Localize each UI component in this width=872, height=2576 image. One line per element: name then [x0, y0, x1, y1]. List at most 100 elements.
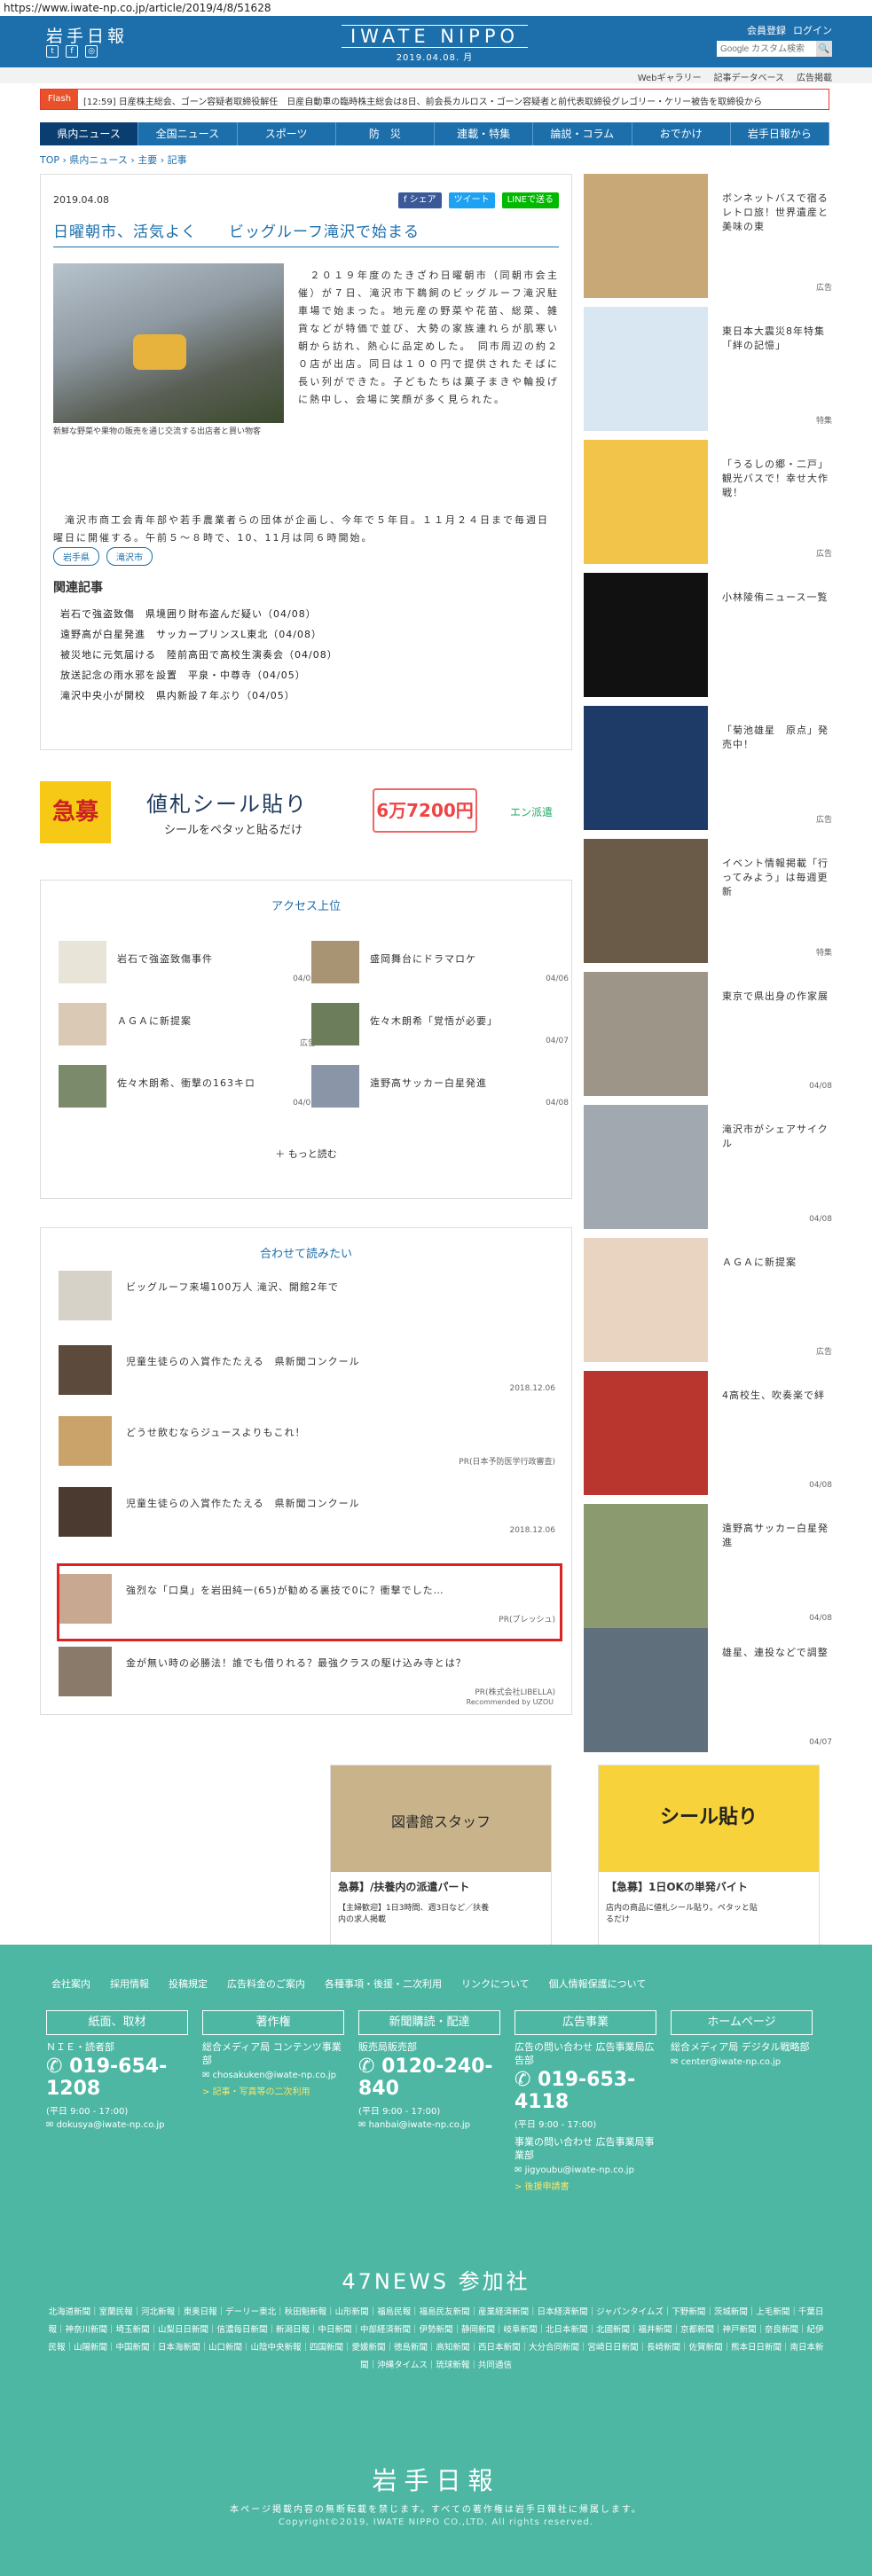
ad-sub: 【主婦歓迎】1日3時間、週3日など／扶養内の求人掲載 [338, 1904, 490, 1924]
col-dept: ＮＩＥ・読者部 [46, 2041, 114, 2053]
sidebar-category: 特集 [815, 417, 832, 426]
access-item[interactable]: 佐々木朗希「覚悟が必要」 04/07 [311, 1003, 569, 1053]
sidebar-item[interactable]: 4高校生、吹奏楽で絆 04/08 [584, 1371, 832, 1495]
related-item[interactable]: 滝沢中央小が開校 県内新設７年ぶり（04/05） [60, 685, 557, 706]
access-title: アクセス上位 [271, 900, 341, 913]
access-item[interactable]: ＡＧＡに新提案 広告 [59, 1003, 316, 1053]
email-text: dokusya@iwate-np.co.jp [56, 2120, 165, 2130]
search-input[interactable] [717, 41, 816, 57]
col-heading[interactable]: ホームページ [671, 2010, 813, 2035]
sidebar-title: 「菊池雄星 原点」発売中！ [722, 724, 829, 750]
access-item[interactable]: 遠野高サッカー白星発進 04/08 [311, 1065, 569, 1115]
sidebar-item[interactable]: ＡＧＡに新提案 広告 [584, 1238, 832, 1362]
facebook-share-button[interactable]: f シェア [397, 192, 442, 208]
col-email[interactable]: ✉ chosakuken@iwate-np.co.jp [202, 2071, 344, 2080]
sidebar-item[interactable]: 「菊池雄星 原点」発売中！ 広告 [584, 706, 832, 830]
instagram-icon[interactable]: ◎ [85, 45, 98, 58]
flash-text[interactable]: [12:59] 日産株主総会、ゴーン容疑者取締役解任 日産自動車の臨時株主総会は… [83, 94, 775, 107]
member-papers[interactable]: 北海道新聞｜室蘭民報｜河北新報｜東奥日報｜デーリー東北｜秋田魁新報｜山形新聞｜福… [44, 2304, 828, 2375]
recommend-item[interactable]: 児童生徒らの入賞作たたえる 県新聞コンクール 2018.12.06 [59, 1345, 555, 1398]
nav-outing[interactable]: おでかけ [632, 122, 731, 145]
col-phone[interactable]: ✆ 0120-240-840 [358, 2055, 500, 2100]
footer-link[interactable]: 採用情報 [110, 1977, 149, 1991]
subnav-ads[interactable]: 広告掲載 [797, 70, 832, 83]
sidebar-item[interactable]: 遠野高サッカー白星発進 04/08 [584, 1504, 832, 1628]
recommend-item[interactable]: どうせ飲むならジュースよりもこれ！ PR(日本予防医学行政審査) [59, 1416, 555, 1469]
sidebar-item[interactable]: イベント情報掲載「行ってみよう」は毎週更新 特集 [584, 839, 832, 963]
col-phone[interactable]: ✆ 019-654-1208 [46, 2055, 188, 2100]
sidebar-item[interactable]: 東京で県出身の作家展 04/08 [584, 972, 832, 1096]
nav-disaster[interactable]: 防 災 [336, 122, 435, 145]
sidebar-item[interactable]: 「うるしの郷・二戸」観光バスで！幸せ大作戦！ 広告 [584, 440, 832, 564]
tag-takizawa[interactable]: 滝沢市 [106, 547, 153, 566]
nav-sports[interactable]: スポーツ [238, 122, 336, 145]
thumb-image [59, 1487, 112, 1537]
recommend-title-text: 金が無い時の必勝法！誰でも借りれる？最強クラスの駆け込み寺とは？ [126, 1657, 467, 1669]
related-item[interactable]: 放送記念の雨水邪を設置 平泉・中尊寺（04/05） [60, 665, 557, 685]
subnav-gallery[interactable]: Webギャラリー [638, 70, 702, 83]
nav-national[interactable]: 全国ニュース [138, 122, 238, 145]
more-button[interactable]: ＋ もっと読む [41, 1147, 571, 1161]
tag-iwate[interactable]: 岩手県 [53, 547, 99, 566]
sidebar-item[interactable]: 雄星、連投などで調整 04/07 [584, 1628, 832, 1752]
email-text: jigyoubu@iwate-np.co.jp [524, 2165, 634, 2175]
col-email[interactable]: ✉ jigyoubu@iwate-np.co.jp [515, 2165, 656, 2175]
access-item[interactable]: 岩石で強盗致傷事件 04/08 [59, 941, 316, 990]
site-logo[interactable]: 岩手日報 [46, 23, 128, 47]
col-email[interactable]: ✉ hanbai@iwate-np.co.jp [358, 2120, 500, 2130]
related-item[interactable]: 被災地に元気届ける 陸前高田で高校生演奏会（04/08） [60, 645, 557, 665]
recommend-item[interactable]: 児童生徒らの入賞作たたえる 県新聞コンクール 2018.12.06 [59, 1487, 555, 1540]
footer-link[interactable]: 個人情報保護について [549, 1977, 647, 1991]
sidebar-item[interactable]: 小林陵侑ニュース一覧 [584, 573, 832, 697]
sidebar-item[interactable]: 滝沢市がシェアサイクル 04/08 [584, 1105, 832, 1229]
related-item[interactable]: 遠野高が白星発進 サッカープリンスL東北（04/08） [60, 624, 557, 645]
access-item[interactable]: 盛岡舞台にドラマロケ 04/06 [311, 941, 569, 990]
email-text: hanbai@iwate-np.co.jp [368, 2120, 470, 2130]
access-item[interactable]: 佐々木朗希、衝撃の163キロ 04/07 [59, 1065, 316, 1115]
col-heading[interactable]: 著作権 [202, 2010, 344, 2035]
twitter-icon[interactable]: t [46, 45, 59, 58]
related-item[interactable]: 岩石で強盗致傷 県境囲り財布盗んだ疑い（04/08） [60, 604, 557, 624]
url-bar[interactable]: https://www.iwate-np.co.jp/article/2019/… [0, 0, 872, 16]
recommend-item[interactable]: ビッグルーフ来場100万人 滝沢、開館2年で [59, 1271, 555, 1324]
footer-link[interactable]: リンクについて [461, 1977, 530, 1991]
breadcrumb[interactable]: TOP › 県内ニュース › 主要 › 記事 [40, 153, 187, 167]
footer-link[interactable]: 各種事項・後援・二次利用 [325, 1977, 442, 1991]
col-link[interactable]: > 記事・写真等の二次利用 [202, 2084, 344, 2097]
nav-editorial[interactable]: 論説・コラム [533, 122, 632, 145]
article-photo[interactable] [53, 263, 284, 423]
thumb-image [59, 1065, 106, 1108]
footer-link[interactable]: 投稿規定 [169, 1977, 208, 1991]
bottom-ad-left[interactable]: 図書館スタッフ 急募】/扶養内の派遣パート 【主婦歓迎】1日3時間、週3日など／… [330, 1765, 552, 1951]
col-link[interactable]: > 後援申請書 [515, 2179, 656, 2192]
nav-series[interactable]: 連載・特集 [435, 122, 534, 145]
subnav-database[interactable]: 記事データベース [714, 70, 785, 83]
uzou-credit[interactable]: Recommended by UZOU [467, 1698, 554, 1706]
col-email[interactable]: ✉ dokusya@iwate-np.co.jp [46, 2120, 188, 2130]
article: 2019.04.08 f シェア ツイート LINEで送る 日曜朝市、活気よく … [40, 174, 572, 750]
col-phone[interactable]: ✆ 019-653-4118 [515, 2069, 656, 2113]
col-email[interactable]: ✉ center@iwate-np.co.jp [671, 2057, 813, 2067]
col-heading[interactable]: 新聞購読・配達 [358, 2010, 500, 2035]
nav-from-nippo[interactable]: 岩手日報から [731, 122, 829, 145]
register-link[interactable]: 会員登録 [747, 23, 786, 37]
sidebar-item[interactable]: 東日本大震災8年特集「絆の記憶」 特集 [584, 307, 832, 431]
banner-ad[interactable]: 急募 値札シール貼り シールをペタッと貼るだけ 6万7200円 エン派遣 [40, 778, 572, 847]
search-button[interactable]: 🔍 [816, 41, 832, 57]
footer-link[interactable]: 会社案内 [51, 1977, 90, 1991]
col-heading[interactable]: 紙面、取材 [46, 2010, 188, 2035]
sidebar-item[interactable]: ボンネットバスで宿るレトロ旅！世界遺産と美味の東 広告 [584, 174, 832, 298]
line-button[interactable]: LINEで送る [501, 192, 559, 208]
footer-link[interactable]: 広告料金のご案内 [227, 1977, 305, 1991]
facebook-icon[interactable]: f [66, 45, 78, 58]
nav-local[interactable]: 県内ニュース [40, 122, 139, 145]
recommend-title-text: 児童生徒らの入賞作たたえる 県新聞コンクール [126, 1356, 360, 1367]
tweet-button[interactable]: ツイート [448, 192, 495, 208]
bottom-ad-right[interactable]: シール貼り 【急募】1日OKの単発バイト 店内の商品に値札シール貼り。ペタッと貼… [598, 1765, 820, 1951]
thumb-image [584, 972, 708, 1096]
login-link[interactable]: ログイン [793, 23, 832, 37]
recommend-item[interactable]: 金が無い時の必勝法！誰でも借りれる？最強クラスの駆け込み寺とは？ PR(株式会社L… [59, 1647, 555, 1700]
flash-news[interactable]: Flash [12:59] 日産株主総会、ゴーン容疑者取締役解任 日産自動車の臨… [40, 89, 829, 110]
col-heading[interactable]: 広告事業 [515, 2010, 656, 2035]
share-buttons: f シェア ツイート LINEで送る [397, 192, 559, 208]
